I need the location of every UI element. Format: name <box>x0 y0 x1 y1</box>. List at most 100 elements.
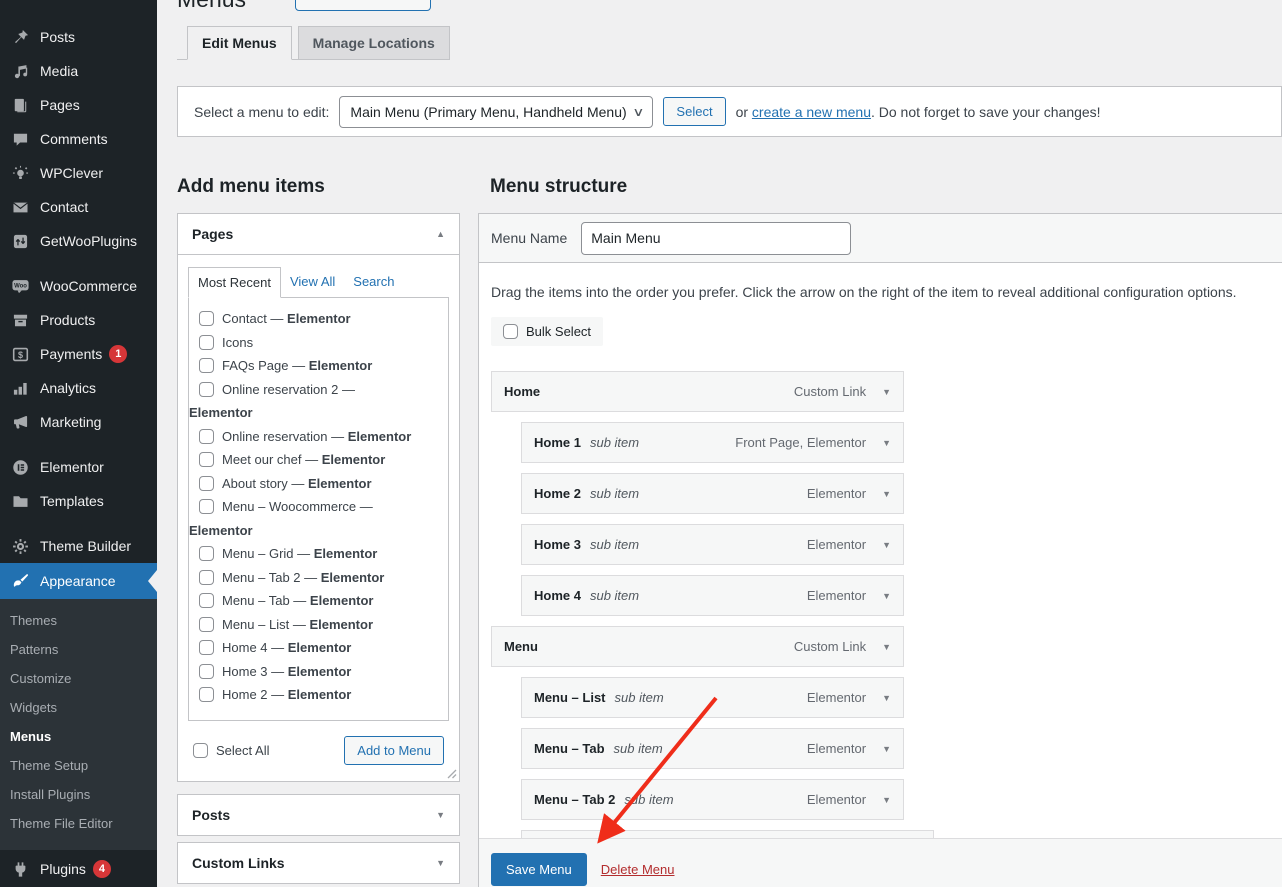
menu-item-home-4[interactable]: Home 4sub itemElementor▼ <box>521 575 904 616</box>
sidebar-item-woocommerce[interactable]: WooWooCommerce <box>0 269 157 303</box>
page-checkbox-label[interactable]: About story — Elementor <box>189 476 372 491</box>
sidebar-item-elementor[interactable]: Elementor <box>0 450 157 484</box>
delete-menu-link[interactable]: Delete Menu <box>601 862 675 877</box>
create-new-menu-link[interactable]: create a new menu <box>752 104 871 120</box>
page-checkbox-label[interactable]: Online reservation — Elementor <box>189 429 411 444</box>
menu-item-home-1[interactable]: Home 1sub itemFront Page, Elementor▼ <box>521 422 904 463</box>
page-checkbox[interactable] <box>199 687 214 702</box>
sidebar-item-payments[interactable]: $Payments1 <box>0 337 157 371</box>
bulk-select-checkbox[interactable] <box>503 324 518 339</box>
pages-panel-header[interactable]: Pages ▲ <box>178 214 459 255</box>
page-checkbox-label[interactable]: Contact — Elementor <box>189 311 351 326</box>
panel-posts-header[interactable]: Posts▼ <box>178 795 459 835</box>
menu-item-home[interactable]: HomeCustom Link▼ <box>491 371 904 412</box>
page-checklist-item: Menu – Grid — Elementor <box>189 542 442 566</box>
submenu-item-menus[interactable]: Menus <box>0 722 157 751</box>
menu-name-input[interactable] <box>581 222 851 255</box>
resize-grip-icon[interactable] <box>446 768 457 779</box>
submenu-item-customize[interactable]: Customize <box>0 664 157 693</box>
page-checkbox-label[interactable]: FAQs Page — Elementor <box>189 358 372 373</box>
page-checkbox[interactable] <box>199 311 214 326</box>
page-checkbox-label[interactable]: Home 4 — Elementor <box>189 640 351 655</box>
select-all-label[interactable]: Select All <box>188 743 269 758</box>
chevron-down-icon[interactable]: ▼ <box>882 693 891 703</box>
submenu-item-themes[interactable]: Themes <box>0 606 157 635</box>
sidebar-item-theme-builder[interactable]: Theme Builder <box>0 529 157 563</box>
chevron-down-icon[interactable]: ▼ <box>882 489 891 499</box>
chevron-down-icon[interactable]: ▼ <box>882 744 891 754</box>
page-checkbox[interactable] <box>199 476 214 491</box>
sidebar-item-analytics[interactable]: Analytics <box>0 371 157 405</box>
page-checkbox[interactable] <box>199 358 214 373</box>
sidebar-item-media[interactable]: Media <box>0 54 157 88</box>
add-to-menu-button[interactable]: Add to Menu <box>344 736 444 765</box>
tab-manage-locations[interactable]: Manage Locations <box>298 26 450 60</box>
chevron-down-icon[interactable]: ▼ <box>882 591 891 601</box>
pages-tab-search[interactable]: Search <box>344 267 403 298</box>
sidebar-item-plugins[interactable]: Plugins4 <box>0 852 157 886</box>
chevron-down-icon[interactable]: ▼ <box>436 858 445 868</box>
page-checkbox[interactable] <box>199 335 214 350</box>
submenu-item-theme-file-editor[interactable]: Theme File Editor <box>0 809 157 838</box>
submenu-item-widgets[interactable]: Widgets <box>0 693 157 722</box>
sidebar-item-products[interactable]: Products <box>0 303 157 337</box>
sidebar-item-templates[interactable]: Templates <box>0 484 157 518</box>
page-checkbox-label[interactable]: Menu – Grid — Elementor <box>189 546 377 561</box>
bulk-select-toggle[interactable]: Bulk Select <box>491 317 603 346</box>
sidebar-item-getwooplugins[interactable]: GetWooPlugins <box>0 224 157 258</box>
save-menu-button[interactable]: Save Menu <box>491 853 587 886</box>
page-checkbox[interactable] <box>199 452 214 467</box>
pages-tab-most-recent[interactable]: Most Recent <box>188 267 281 298</box>
page-checkbox-label[interactable]: Home 3 — Elementor <box>189 664 351 679</box>
menu-select-dropdown[interactable]: Main Menu (Primary Menu, Handheld Menu) … <box>339 96 653 128</box>
pages-tab-view-all[interactable]: View All <box>281 267 344 298</box>
page-checkbox-label[interactable]: Meet our chef — Elementor <box>189 452 385 467</box>
sidebar-item-pages[interactable]: Pages <box>0 88 157 122</box>
updown-box-icon <box>10 231 31 251</box>
page-checkbox-label[interactable]: Menu – Tab 2 — Elementor <box>189 570 384 585</box>
menu-item-sub-label: sub item <box>590 588 639 603</box>
page-checkbox[interactable] <box>199 499 214 514</box>
page-checkbox[interactable] <box>199 382 214 397</box>
sidebar-item-contact[interactable]: Contact <box>0 190 157 224</box>
page-checkbox[interactable] <box>199 664 214 679</box>
submenu-item-theme-setup[interactable]: Theme Setup <box>0 751 157 780</box>
header-action-button-partial[interactable] <box>295 0 431 11</box>
menu-item-home-3[interactable]: Home 3sub itemElementor▼ <box>521 524 904 565</box>
chevron-down-icon[interactable]: ▼ <box>882 795 891 805</box>
chevron-down-icon[interactable]: ▼ <box>882 438 891 448</box>
menu-item-menu-tab-2[interactable]: Menu – Tab 2sub itemElementor▼ <box>521 779 904 820</box>
chevron-down-icon[interactable]: ▼ <box>882 387 891 397</box>
sidebar-item-marketing[interactable]: Marketing <box>0 405 157 439</box>
page-checkbox[interactable] <box>199 570 214 585</box>
page-checkbox-label[interactable]: Online reservation 2 — Elementor <box>189 382 355 421</box>
select-all-checkbox[interactable] <box>193 743 208 758</box>
page-checkbox-label[interactable]: Menu – Tab — Elementor <box>189 593 374 608</box>
chevron-down-icon[interactable]: ▼ <box>882 642 891 652</box>
sidebar-item-wpclever[interactable]: WPClever <box>0 156 157 190</box>
chevron-down-icon[interactable]: ▼ <box>436 810 445 820</box>
chevron-up-icon[interactable]: ▲ <box>436 229 445 239</box>
chevron-down-icon[interactable]: ▼ <box>882 540 891 550</box>
menu-item-menu[interactable]: MenuCustom Link▼ <box>491 626 904 667</box>
page-checkbox[interactable] <box>199 546 214 561</box>
page-checkbox[interactable] <box>199 617 214 632</box>
tab-edit-menus[interactable]: Edit Menus <box>187 26 292 60</box>
page-checkbox-label[interactable]: Menu – Woocommerce — Elementor <box>189 499 373 538</box>
page-checkbox[interactable] <box>199 429 214 444</box>
page-checkbox[interactable] <box>199 593 214 608</box>
menu-item-menu-tab[interactable]: Menu – Tabsub itemElementor▼ <box>521 728 904 769</box>
sidebar-item-comments[interactable]: Comments <box>0 122 157 156</box>
panel-custom-links-header[interactable]: Custom Links▼ <box>178 843 459 883</box>
submenu-item-patterns[interactable]: Patterns <box>0 635 157 664</box>
menu-item-home-2[interactable]: Home 2sub itemElementor▼ <box>521 473 904 514</box>
sidebar-item-appearance[interactable]: Appearance <box>0 563 157 599</box>
menu-item-menu-list[interactable]: Menu – Listsub itemElementor▼ <box>521 677 904 718</box>
select-button[interactable]: Select <box>663 97 725 126</box>
sidebar-item-posts[interactable]: Posts <box>0 20 157 54</box>
page-checkbox-label[interactable]: Icons <box>189 335 253 350</box>
page-checkbox[interactable] <box>199 640 214 655</box>
page-checkbox-label[interactable]: Menu – List — Elementor <box>189 617 373 632</box>
submenu-item-install-plugins[interactable]: Install Plugins <box>0 780 157 809</box>
page-checkbox-label[interactable]: Home 2 — Elementor <box>189 687 351 702</box>
